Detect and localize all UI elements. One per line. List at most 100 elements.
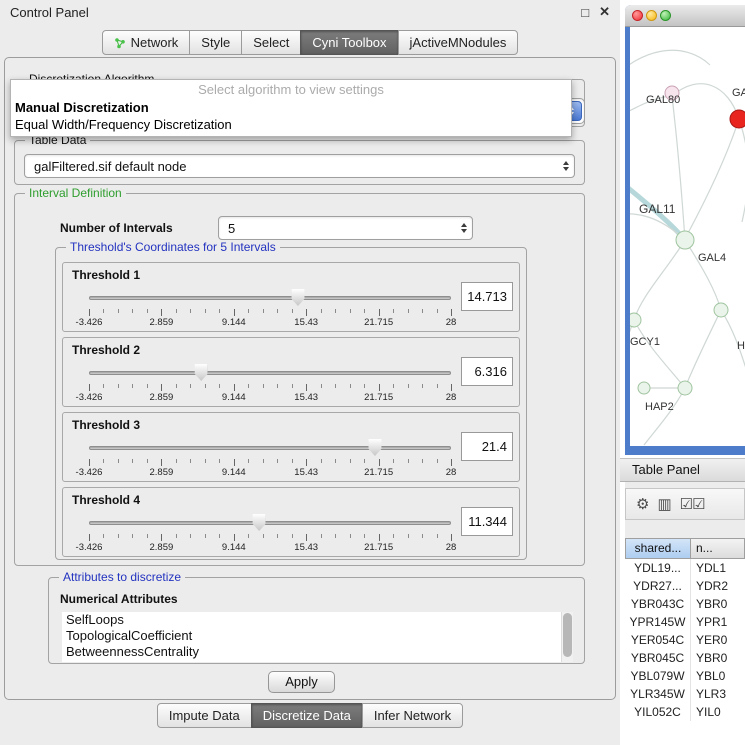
- cell-shared-name[interactable]: YER054C: [625, 631, 691, 649]
- slider-thumb[interactable]: [291, 289, 304, 306]
- tab-infer-network[interactable]: Infer Network: [362, 703, 463, 728]
- tab-discretize-data[interactable]: Discretize Data: [251, 703, 363, 728]
- algorithm-option-equal-width-frequency-discretization[interactable]: Equal Width/Frequency Discretization: [11, 116, 571, 133]
- network-edge[interactable]: [630, 320, 634, 379]
- table-row[interactable]: YBL079WYBL0: [625, 667, 745, 685]
- tick-mark: [89, 459, 90, 466]
- minimize-traffic-light-icon[interactable]: [646, 10, 657, 21]
- tick-mark: [393, 534, 394, 538]
- network-edge[interactable]: [685, 310, 721, 388]
- slider-track[interactable]: [89, 446, 451, 450]
- cell-shared-name[interactable]: YBR045C: [625, 649, 691, 667]
- table-row[interactable]: YDR27...YDR2: [625, 577, 745, 595]
- scale-label: 2.859: [150, 392, 174, 403]
- column-header-n[interactable]: n...: [690, 538, 745, 559]
- table-row[interactable]: YBR045CYBR0: [625, 649, 745, 667]
- cell-shared-name[interactable]: YIL052C: [625, 703, 691, 721]
- network-edge[interactable]: [687, 119, 739, 235]
- threshold-2-slider[interactable]: -3.4262.8599.14415.4321.71528: [89, 360, 451, 404]
- slider-track[interactable]: [89, 521, 451, 525]
- threshold-2-value-field[interactable]: 6.316: [461, 357, 513, 386]
- network-edge[interactable]: [634, 320, 685, 388]
- tick-mark: [190, 309, 191, 313]
- network-edge[interactable]: [739, 119, 745, 222]
- scrollbar[interactable]: [561, 612, 573, 662]
- slider-thumb[interactable]: [368, 439, 381, 456]
- algorithm-option-manual-discretization[interactable]: Manual Discretization: [11, 99, 571, 116]
- network-node[interactable]: [678, 381, 692, 395]
- slider-track[interactable]: [89, 371, 451, 375]
- slider-thumb[interactable]: [195, 364, 208, 381]
- table-row[interactable]: YDL19...YDL1: [625, 559, 745, 577]
- cell-name[interactable]: YBR0: [691, 595, 745, 613]
- network-edge[interactable]: [644, 388, 685, 445]
- cell-name[interactable]: YDR2: [691, 577, 745, 595]
- cell-shared-name[interactable]: YLR345W: [625, 685, 691, 703]
- slider-thumb[interactable]: [253, 514, 266, 531]
- cell-shared-name[interactable]: YDR27...: [625, 577, 691, 595]
- threshold-3-value-field[interactable]: 21.4: [461, 432, 513, 461]
- network-svg: GAL80GAGAL11GAL4GCY1HHAP2: [630, 27, 745, 446]
- select-all-button[interactable]: ☑☑: [680, 497, 705, 512]
- cell-name[interactable]: YPR1: [691, 613, 745, 631]
- tab-jactivemnodules[interactable]: jActiveMNodules: [398, 30, 519, 55]
- attribute-item-topologicalcoefficient[interactable]: TopologicalCoefficient: [62, 628, 573, 644]
- threshold-1-slider[interactable]: -3.4262.8599.14415.4321.71528: [89, 285, 451, 329]
- cell-shared-name[interactable]: YBL079W: [625, 667, 691, 685]
- table-data-combobox[interactable]: galFiltered.sif default node: [24, 154, 575, 178]
- network-node[interactable]: [730, 110, 745, 128]
- tick-mark: [335, 534, 336, 538]
- zoom-traffic-light-icon[interactable]: [660, 10, 671, 21]
- threshold-3-slider[interactable]: -3.4262.8599.14415.4321.71528: [89, 435, 451, 479]
- tab-style[interactable]: Style: [189, 30, 242, 55]
- close-traffic-light-icon[interactable]: [632, 10, 643, 21]
- threshold-4-value-field[interactable]: 11.344: [461, 507, 513, 536]
- columns-button[interactable]: ▥: [657, 497, 670, 512]
- network-canvas[interactable]: GAL80GAGAL11GAL4GCY1HHAP2: [630, 27, 745, 446]
- cell-shared-name[interactable]: YDL19...: [625, 559, 691, 577]
- cell-name[interactable]: YER0: [691, 631, 745, 649]
- network-edge[interactable]: [685, 240, 721, 310]
- network-edge[interactable]: [672, 84, 739, 119]
- table-row[interactable]: YER054CYER0: [625, 631, 745, 649]
- float-window-icon[interactable]: □: [581, 5, 589, 20]
- table-row[interactable]: YLR345WYLR3: [625, 685, 745, 703]
- tick-mark: [306, 309, 307, 316]
- threshold-4-slider[interactable]: -3.4262.8599.14415.4321.71528: [89, 510, 451, 554]
- table-row[interactable]: YPR145WYPR1: [625, 613, 745, 631]
- cell-name[interactable]: YLR3: [691, 685, 745, 703]
- cell-name[interactable]: YBL0: [691, 667, 745, 685]
- table-row[interactable]: YIL052CYIL0: [625, 703, 745, 721]
- attribute-item-selfloops[interactable]: SelfLoops: [62, 612, 573, 628]
- cell-shared-name[interactable]: YBR043C: [625, 595, 691, 613]
- network-edge[interactable]: [634, 240, 685, 320]
- column-header-shared[interactable]: shared...: [625, 538, 691, 559]
- network-node[interactable]: [630, 313, 641, 327]
- network-node[interactable]: [714, 303, 728, 317]
- network-node[interactable]: [638, 382, 650, 394]
- attributes-list[interactable]: SelfLoopsTopologicalCoefficientBetweenne…: [62, 612, 573, 662]
- number-of-intervals-combobox[interactable]: 5: [218, 216, 473, 240]
- tab-cyni-toolbox[interactable]: Cyni Toolbox: [300, 30, 398, 55]
- cell-name[interactable]: YDL1: [691, 559, 745, 577]
- tab-impute-data[interactable]: Impute Data: [157, 703, 252, 728]
- network-edge[interactable]: [672, 96, 685, 240]
- slider-scale: -3.4262.8599.14415.4321.71528: [89, 317, 451, 328]
- scrollbar-thumb[interactable]: [563, 613, 572, 657]
- tab-select[interactable]: Select: [241, 30, 301, 55]
- network-window-titlebar[interactable]: [625, 5, 745, 27]
- cell-name[interactable]: YBR0: [691, 649, 745, 667]
- table-row[interactable]: YBR043CYBR0: [625, 595, 745, 613]
- apply-button[interactable]: Apply: [268, 671, 335, 693]
- tick-mark: [161, 534, 162, 541]
- cell-name[interactable]: YIL0: [691, 703, 745, 721]
- close-icon[interactable]: ✕: [599, 4, 610, 20]
- attribute-item-betweennesscentrality[interactable]: BetweennessCentrality: [62, 644, 573, 660]
- settings-button[interactable]: ⚙: [636, 497, 648, 512]
- slider-track[interactable]: [89, 296, 451, 300]
- threshold-1-value-field[interactable]: 14.713: [461, 282, 513, 311]
- network-node[interactable]: [676, 231, 694, 249]
- network-edge[interactable]: [630, 50, 710, 87]
- cell-shared-name[interactable]: YPR145W: [625, 613, 691, 631]
- tab-network[interactable]: Network: [102, 30, 191, 55]
